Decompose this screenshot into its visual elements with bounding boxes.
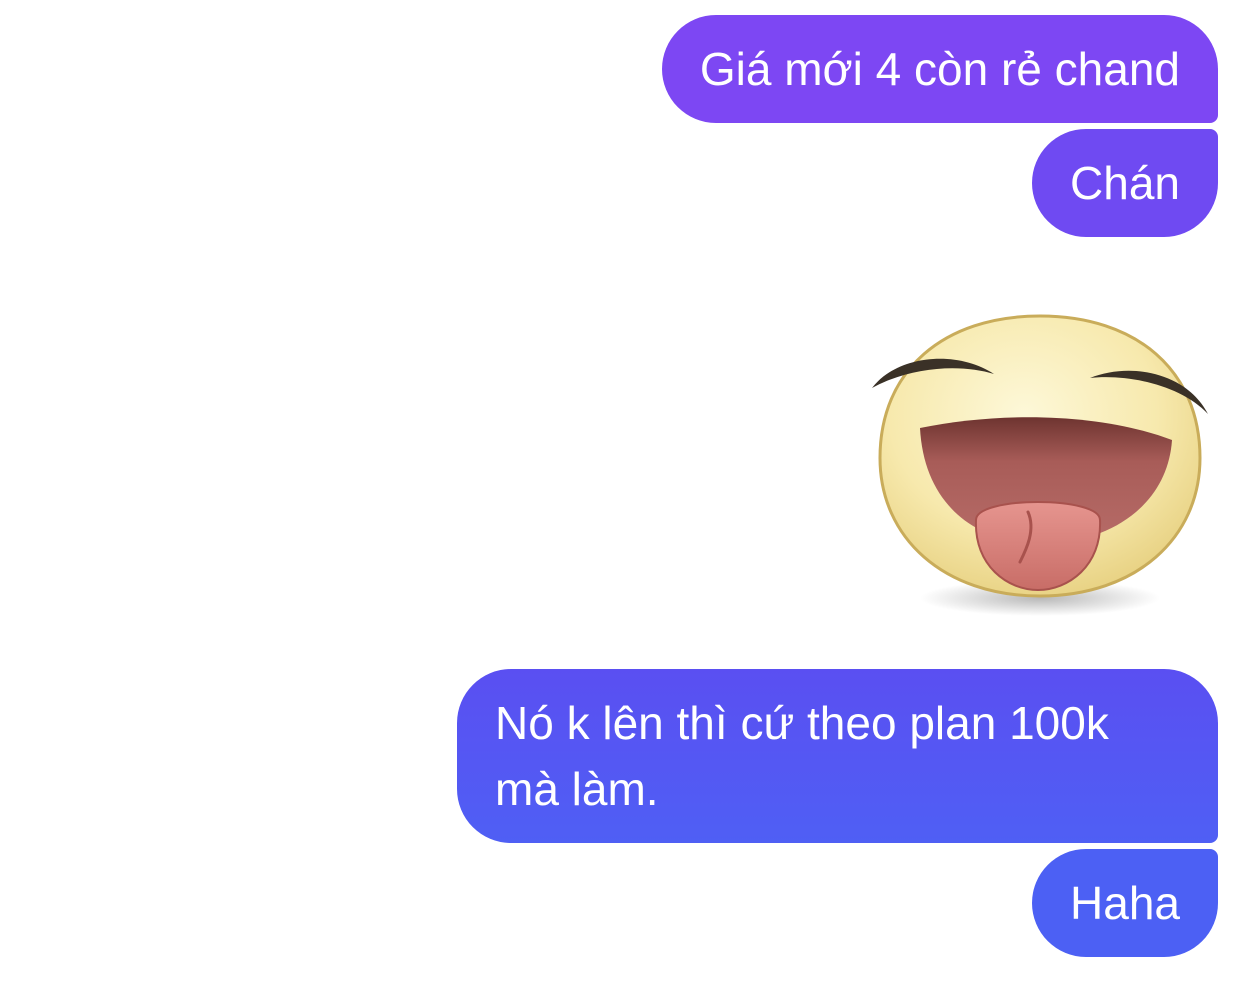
message-bubble[interactable]: Chán [1032,129,1218,237]
message-text-line: mà làm. [495,763,659,815]
message-bubble[interactable]: Nó k lên thì cứ theo plan 100k mà làm. [457,669,1218,843]
message-text: Chán [1070,157,1180,209]
message-text-line: Nó k lên thì cứ theo plan 100k [495,697,1109,749]
message-text: Giá mới 4 còn rẻ chand [699,43,1180,95]
emoji-face-icon [872,314,1208,616]
sticker-laughing-tongue-out-emoji-icon[interactable] [868,300,1214,626]
message-bubble[interactable]: Haha [1032,849,1218,957]
message-bubble[interactable]: Giá mới 4 còn rẻ chand [661,15,1218,123]
message-text: Haha [1070,877,1180,929]
